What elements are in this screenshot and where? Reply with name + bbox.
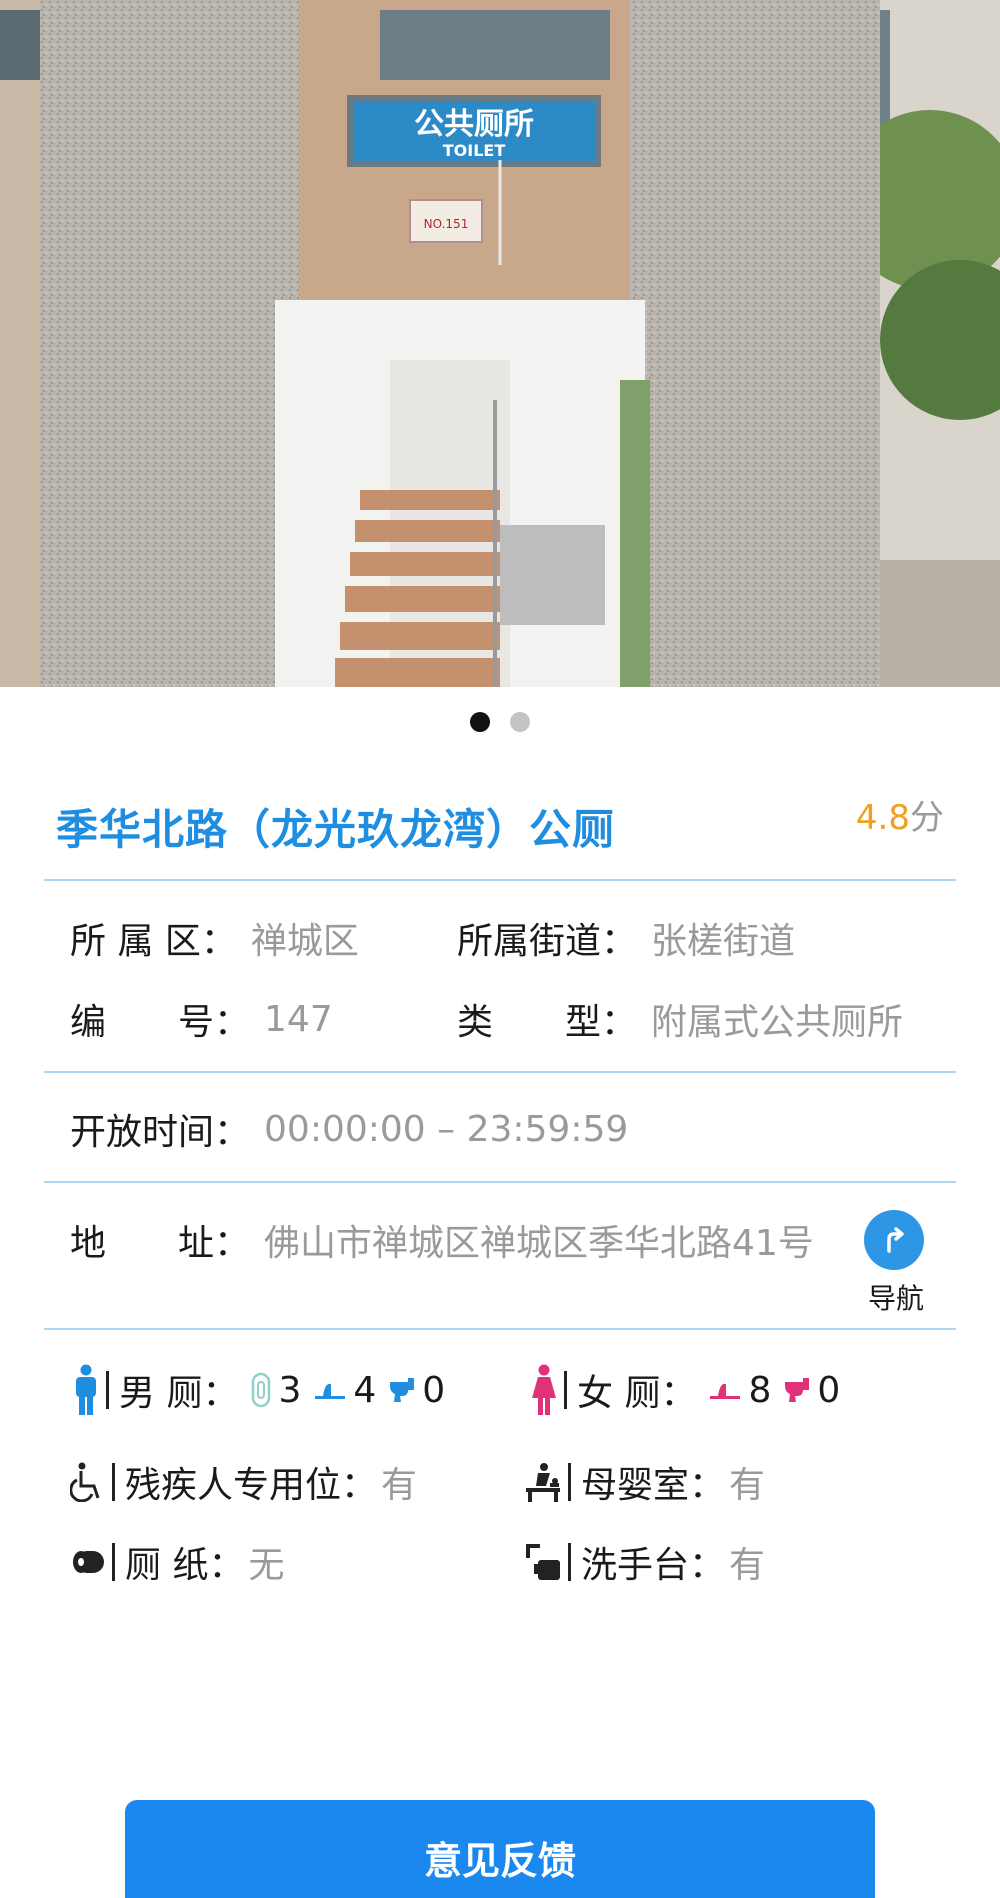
toilet-paper-field: 厕 纸： 无 bbox=[70, 1536, 284, 1588]
address-label: 地 址： bbox=[70, 1223, 251, 1264]
baby-room-value: 有 bbox=[729, 1465, 766, 1506]
separator bbox=[568, 1543, 571, 1581]
carousel-indicator[interactable] bbox=[0, 712, 1000, 732]
toilet-photo-image: 公共厕所 TOILET NO.151 bbox=[0, 0, 1000, 687]
feedback-button[interactable]: 意见反馈 bbox=[125, 1800, 875, 1898]
hours-field: 开放时间： 00:00:00 – 23:59:59 bbox=[70, 1103, 628, 1155]
navigation-arrow-icon bbox=[887, 1227, 904, 1253]
number-label: 编 号： bbox=[70, 1002, 251, 1043]
photo-sign-en: TOILET bbox=[443, 141, 506, 160]
seat-toilet-icon bbox=[783, 1376, 811, 1404]
men-seat-count: 0 bbox=[422, 1369, 446, 1411]
type-field: 类 型： 附属式公共厕所 bbox=[457, 993, 903, 1045]
toilet-photo[interactable]: 公共厕所 TOILET NO.151 bbox=[0, 0, 1000, 687]
men-label: 男 厕： bbox=[119, 1373, 239, 1414]
hand-wash-icon bbox=[524, 1542, 562, 1582]
women-toilet-field: 女 厕： 8 0 bbox=[530, 1364, 852, 1416]
photo-sign-cn: 公共厕所 bbox=[414, 107, 534, 142]
rating: 4.8分 bbox=[856, 790, 944, 839]
address-value: 佛山市禅城区禅城区季华北路41号 bbox=[264, 1223, 814, 1264]
separator bbox=[564, 1371, 567, 1409]
carousel-dot-2[interactable] bbox=[510, 712, 530, 732]
accessible-value: 有 bbox=[381, 1465, 418, 1506]
hours-label: 开放时间： bbox=[70, 1112, 251, 1153]
squat-toilet-icon bbox=[708, 1380, 742, 1400]
accessible-field: 残疾人专用位： 有 bbox=[70, 1456, 417, 1508]
navigate-button[interactable] bbox=[864, 1210, 924, 1270]
navigate-label[interactable]: 导航 bbox=[858, 1277, 934, 1317]
type-label: 类 型： bbox=[457, 1002, 638, 1043]
men-squat-count: 4 bbox=[353, 1369, 377, 1411]
woman-icon bbox=[530, 1364, 558, 1416]
separator bbox=[112, 1463, 115, 1501]
district-field: 所 属 区： 禅城区 bbox=[70, 912, 359, 964]
street-value: 张槎街道 bbox=[651, 921, 796, 962]
photo-plate: NO.151 bbox=[424, 217, 469, 231]
sink-value: 有 bbox=[729, 1545, 766, 1586]
street-field: 所属街道： 张槎街道 bbox=[457, 912, 795, 964]
separator bbox=[112, 1543, 115, 1581]
address-field: 地 址： 佛山市禅城区禅城区季华北路41号 bbox=[70, 1214, 814, 1266]
type-value: 附属式公共厕所 bbox=[651, 1002, 904, 1043]
wheelchair-icon bbox=[70, 1462, 106, 1502]
carousel-dot-1[interactable] bbox=[470, 712, 490, 732]
men-toilet-field: 男 厕： 3 4 0 bbox=[72, 1364, 457, 1416]
toilet-name: 季华北路（龙光玖龙湾）公厕 bbox=[56, 805, 616, 854]
baby-room-label: 母婴室： bbox=[581, 1465, 726, 1506]
number-value: 147 bbox=[264, 998, 333, 1040]
district-label: 所 属 区： bbox=[70, 921, 237, 962]
women-seat-count: 0 bbox=[817, 1369, 841, 1411]
separator bbox=[106, 1371, 109, 1409]
divider bbox=[44, 1071, 956, 1073]
toilet-paper-label: 厕 纸： bbox=[125, 1545, 245, 1586]
baby-changing-icon bbox=[524, 1462, 562, 1502]
number-field: 编 号： 147 bbox=[70, 993, 333, 1045]
toilet-paper-value: 无 bbox=[248, 1545, 285, 1586]
squat-toilet-icon bbox=[313, 1380, 347, 1400]
men-urinal-count: 3 bbox=[278, 1369, 302, 1411]
women-label: 女 厕： bbox=[577, 1373, 697, 1414]
accessible-label: 残疾人专用位： bbox=[125, 1465, 378, 1506]
rating-unit: 分 bbox=[910, 798, 944, 838]
district-value: 禅城区 bbox=[250, 921, 359, 962]
rating-score: 4.8 bbox=[855, 798, 910, 838]
separator bbox=[568, 1463, 571, 1501]
sink-label: 洗手台： bbox=[581, 1545, 726, 1586]
man-icon bbox=[72, 1364, 100, 1416]
women-squat-count: 8 bbox=[748, 1369, 772, 1411]
hours-value: 00:00:00 – 23:59:59 bbox=[264, 1108, 629, 1150]
street-label: 所属街道： bbox=[457, 921, 638, 962]
toilet-paper-icon bbox=[70, 1547, 106, 1577]
divider bbox=[44, 879, 956, 881]
sink-field: 洗手台： 有 bbox=[524, 1536, 765, 1588]
title-row: 季华北路（龙光玖龙湾）公厕 4.8分 bbox=[56, 790, 944, 860]
divider bbox=[44, 1181, 956, 1183]
baby-room-field: 母婴室： 有 bbox=[524, 1456, 765, 1508]
seat-toilet-icon bbox=[388, 1376, 416, 1404]
urinal-icon bbox=[250, 1372, 272, 1408]
divider bbox=[44, 1328, 956, 1330]
